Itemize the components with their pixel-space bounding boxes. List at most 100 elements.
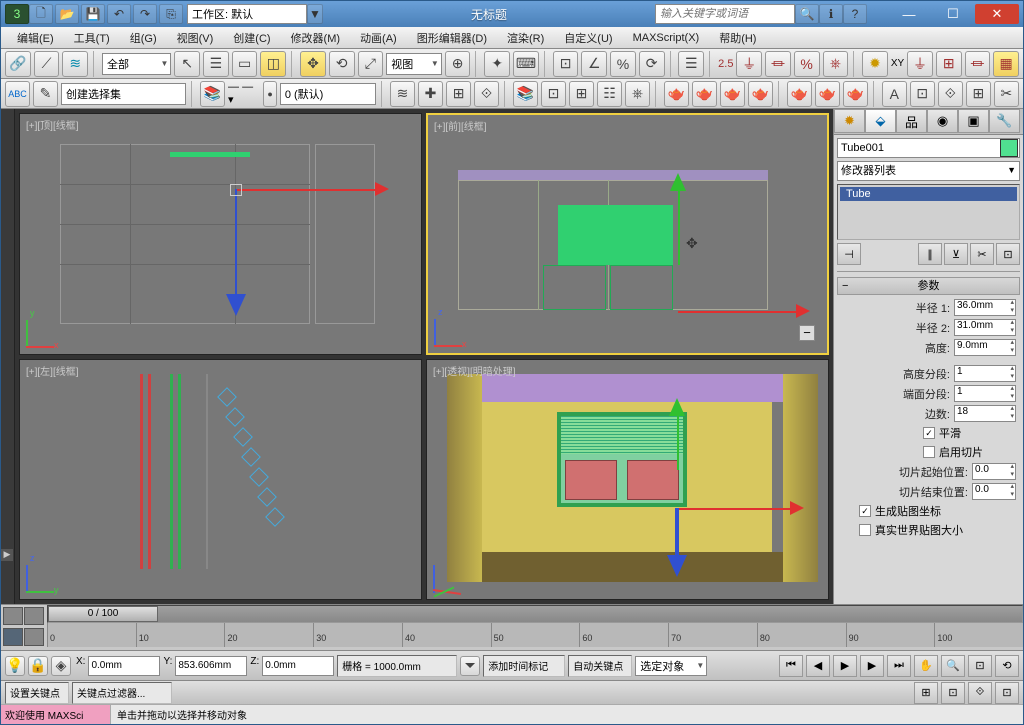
nav-zoom-icon[interactable]: 🔍 xyxy=(941,655,965,677)
nav-orbit-icon[interactable]: ⟲ xyxy=(995,655,1019,677)
nav-1-icon[interactable]: ⊞ xyxy=(914,682,938,704)
keyboard-shortcut-icon[interactable]: ⌨ xyxy=(513,51,539,77)
info-icon[interactable]: ℹ xyxy=(819,4,843,24)
search-icon[interactable]: 🔍 xyxy=(795,4,819,24)
help-icon[interactable]: ? xyxy=(843,4,867,24)
lock-icon[interactable]: 🔒 xyxy=(28,656,48,676)
rotate-tool-icon[interactable]: ⟲ xyxy=(329,51,355,77)
teapot-5-icon[interactable]: 🫖 xyxy=(787,81,812,107)
app-icon[interactable]: 3 xyxy=(5,4,29,24)
menu-grapheditors[interactable]: 图形编辑器(D) xyxy=(409,28,495,48)
mirror-icon[interactable]: ⏚ xyxy=(736,51,762,77)
menu-edit[interactable]: 编辑(E) xyxy=(9,28,62,48)
menu-views[interactable]: 视图(V) xyxy=(169,28,222,48)
tl-layout-3[interactable] xyxy=(3,628,23,646)
nav-pan-icon[interactable]: ✋ xyxy=(914,655,938,677)
menu-help[interactable]: 帮助(H) xyxy=(711,28,764,48)
keymode-dropdown[interactable]: 选定对象 xyxy=(635,656,707,676)
play-icon[interactable]: ▶ xyxy=(833,655,857,677)
prev-frame-icon[interactable]: ◀ xyxy=(806,655,830,677)
refcoord-dropdown[interactable]: 视图 xyxy=(386,53,442,75)
named-sel-edit-icon[interactable]: ☰ xyxy=(678,51,704,77)
material-icon[interactable]: ⏚ xyxy=(907,51,933,77)
nav-4-icon[interactable]: ⊡ xyxy=(995,682,1019,704)
time-slider[interactable]: 0 / 100 xyxy=(47,605,1023,623)
sliceto-spinner[interactable]: 0.0 xyxy=(972,483,1016,500)
slicefrom-spinner[interactable]: 0.0 xyxy=(972,463,1016,480)
slice-checkbox[interactable] xyxy=(923,446,935,458)
teapot-4-icon[interactable]: 🫖 xyxy=(748,81,773,107)
smooth-checkbox[interactable]: ✓ xyxy=(923,427,935,439)
tab-create-icon[interactable]: ✹ xyxy=(834,109,865,133)
viewport-maximize-icon[interactable]: − xyxy=(799,325,815,341)
ext-2-icon[interactable]: ⊡ xyxy=(910,81,935,107)
lock-selection-icon[interactable]: 💡 xyxy=(5,656,25,676)
layer-dropdown[interactable]: 0 (默认) xyxy=(280,83,376,105)
menu-tools[interactable]: 工具(T) xyxy=(66,28,118,48)
time-tag-icon[interactable]: ⏷ xyxy=(460,656,480,676)
teapot-7-icon[interactable]: 🫖 xyxy=(843,81,868,107)
viewport-left[interactable]: [+][左][线框] zy xyxy=(19,359,422,601)
align-icon[interactable]: ⏛ xyxy=(765,51,791,77)
unlink-tool-icon[interactable]: ⟋ xyxy=(34,51,60,77)
keyfilter-button[interactable]: 关键点过滤器... xyxy=(72,682,172,704)
ext-5-icon[interactable]: ✂ xyxy=(994,81,1019,107)
selection-filter-dropdown[interactable]: 全部 xyxy=(102,53,171,75)
render-frame-icon[interactable]: ⏛ xyxy=(965,51,991,77)
row2-b-icon[interactable]: ⊡ xyxy=(541,81,566,107)
row2-d-icon[interactable]: ☷ xyxy=(597,81,622,107)
scale-tool-icon[interactable]: ⤢ xyxy=(358,51,384,77)
menu-maxscript[interactable]: MAXScript(X) xyxy=(625,30,708,46)
schematic-icon[interactable]: ✹ xyxy=(862,51,888,77)
select-region-icon[interactable]: ▭ xyxy=(232,51,258,77)
row2-e-icon[interactable]: ⎈ xyxy=(625,81,650,107)
graphite-3-icon[interactable]: ⊞ xyxy=(446,81,471,107)
teapot-2-icon[interactable]: 🫖 xyxy=(692,81,717,107)
tab-display-icon[interactable]: ▣ xyxy=(958,109,989,133)
radius2-spinner[interactable]: 31.0mm xyxy=(954,319,1016,336)
named-selection-input[interactable]: 创建选择集 xyxy=(61,83,186,105)
abc-icon[interactable]: ABC xyxy=(5,81,30,107)
genuv-checkbox[interactable]: ✓ xyxy=(859,505,871,517)
move-tool-icon[interactable]: ✥ xyxy=(300,51,326,77)
save-icon[interactable]: 💾 xyxy=(81,4,105,24)
teapot-6-icon[interactable]: 🫖 xyxy=(815,81,840,107)
new-icon[interactable]: 🗋 xyxy=(29,4,53,24)
setkey-button[interactable]: 设置关键点 xyxy=(5,682,69,704)
tab-hierarchy-icon[interactable]: 品 xyxy=(896,109,927,133)
menu-render[interactable]: 渲染(R) xyxy=(499,28,552,48)
realworld-checkbox[interactable] xyxy=(859,524,871,536)
nav-2-icon[interactable]: ⊡ xyxy=(941,682,965,704)
ext-4-icon[interactable]: ⊞ xyxy=(966,81,991,107)
layer-tool-icon[interactable]: % xyxy=(794,51,820,77)
goto-start-icon[interactable]: ⏮ xyxy=(779,655,803,677)
object-color-swatch[interactable] xyxy=(1000,139,1018,157)
tab-utilities-icon[interactable]: 🔧 xyxy=(989,109,1020,133)
select-manipulate-icon[interactable]: ✦ xyxy=(484,51,510,77)
graphite-2-icon[interactable]: ✚ xyxy=(418,81,443,107)
ext-3-icon[interactable]: ⟐ xyxy=(938,81,963,107)
radius1-spinner[interactable]: 36.0mm xyxy=(954,299,1016,316)
rollout-params[interactable]: 参数 xyxy=(837,277,1020,295)
search-input[interactable] xyxy=(655,4,795,24)
menu-animation[interactable]: 动画(A) xyxy=(352,28,405,48)
nav-fov-icon[interactable]: ⊡ xyxy=(968,655,992,677)
menu-group[interactable]: 组(G) xyxy=(122,28,165,48)
layer-visible-icon[interactable]: ● xyxy=(263,81,277,107)
sidebar-expand-icon[interactable]: ▶ xyxy=(1,549,13,561)
configure-icon[interactable]: ⊡ xyxy=(996,243,1020,265)
z-coord-input[interactable]: 0.0mm xyxy=(262,656,334,676)
tl-layout-4[interactable] xyxy=(24,628,44,646)
hsegs-spinner[interactable]: 1 xyxy=(954,365,1016,382)
y-coord-input[interactable]: 853.606mm xyxy=(175,656,247,676)
ext-1-icon[interactable]: A xyxy=(882,81,907,107)
modifier-stack[interactable]: Tube xyxy=(837,184,1020,240)
row2-c-icon[interactable]: ⊞ xyxy=(569,81,594,107)
capsegs-spinner[interactable]: 1 xyxy=(954,385,1016,402)
brush-icon[interactable]: ✎ xyxy=(33,81,58,107)
menu-customize[interactable]: 自定义(U) xyxy=(556,28,620,48)
curve-editor-icon[interactable]: ⎈ xyxy=(823,51,849,77)
angle-snap-icon[interactable]: ∠ xyxy=(581,51,607,77)
window-crossing-icon[interactable]: ◫ xyxy=(260,51,286,77)
close-button[interactable]: ✕ xyxy=(975,4,1019,24)
